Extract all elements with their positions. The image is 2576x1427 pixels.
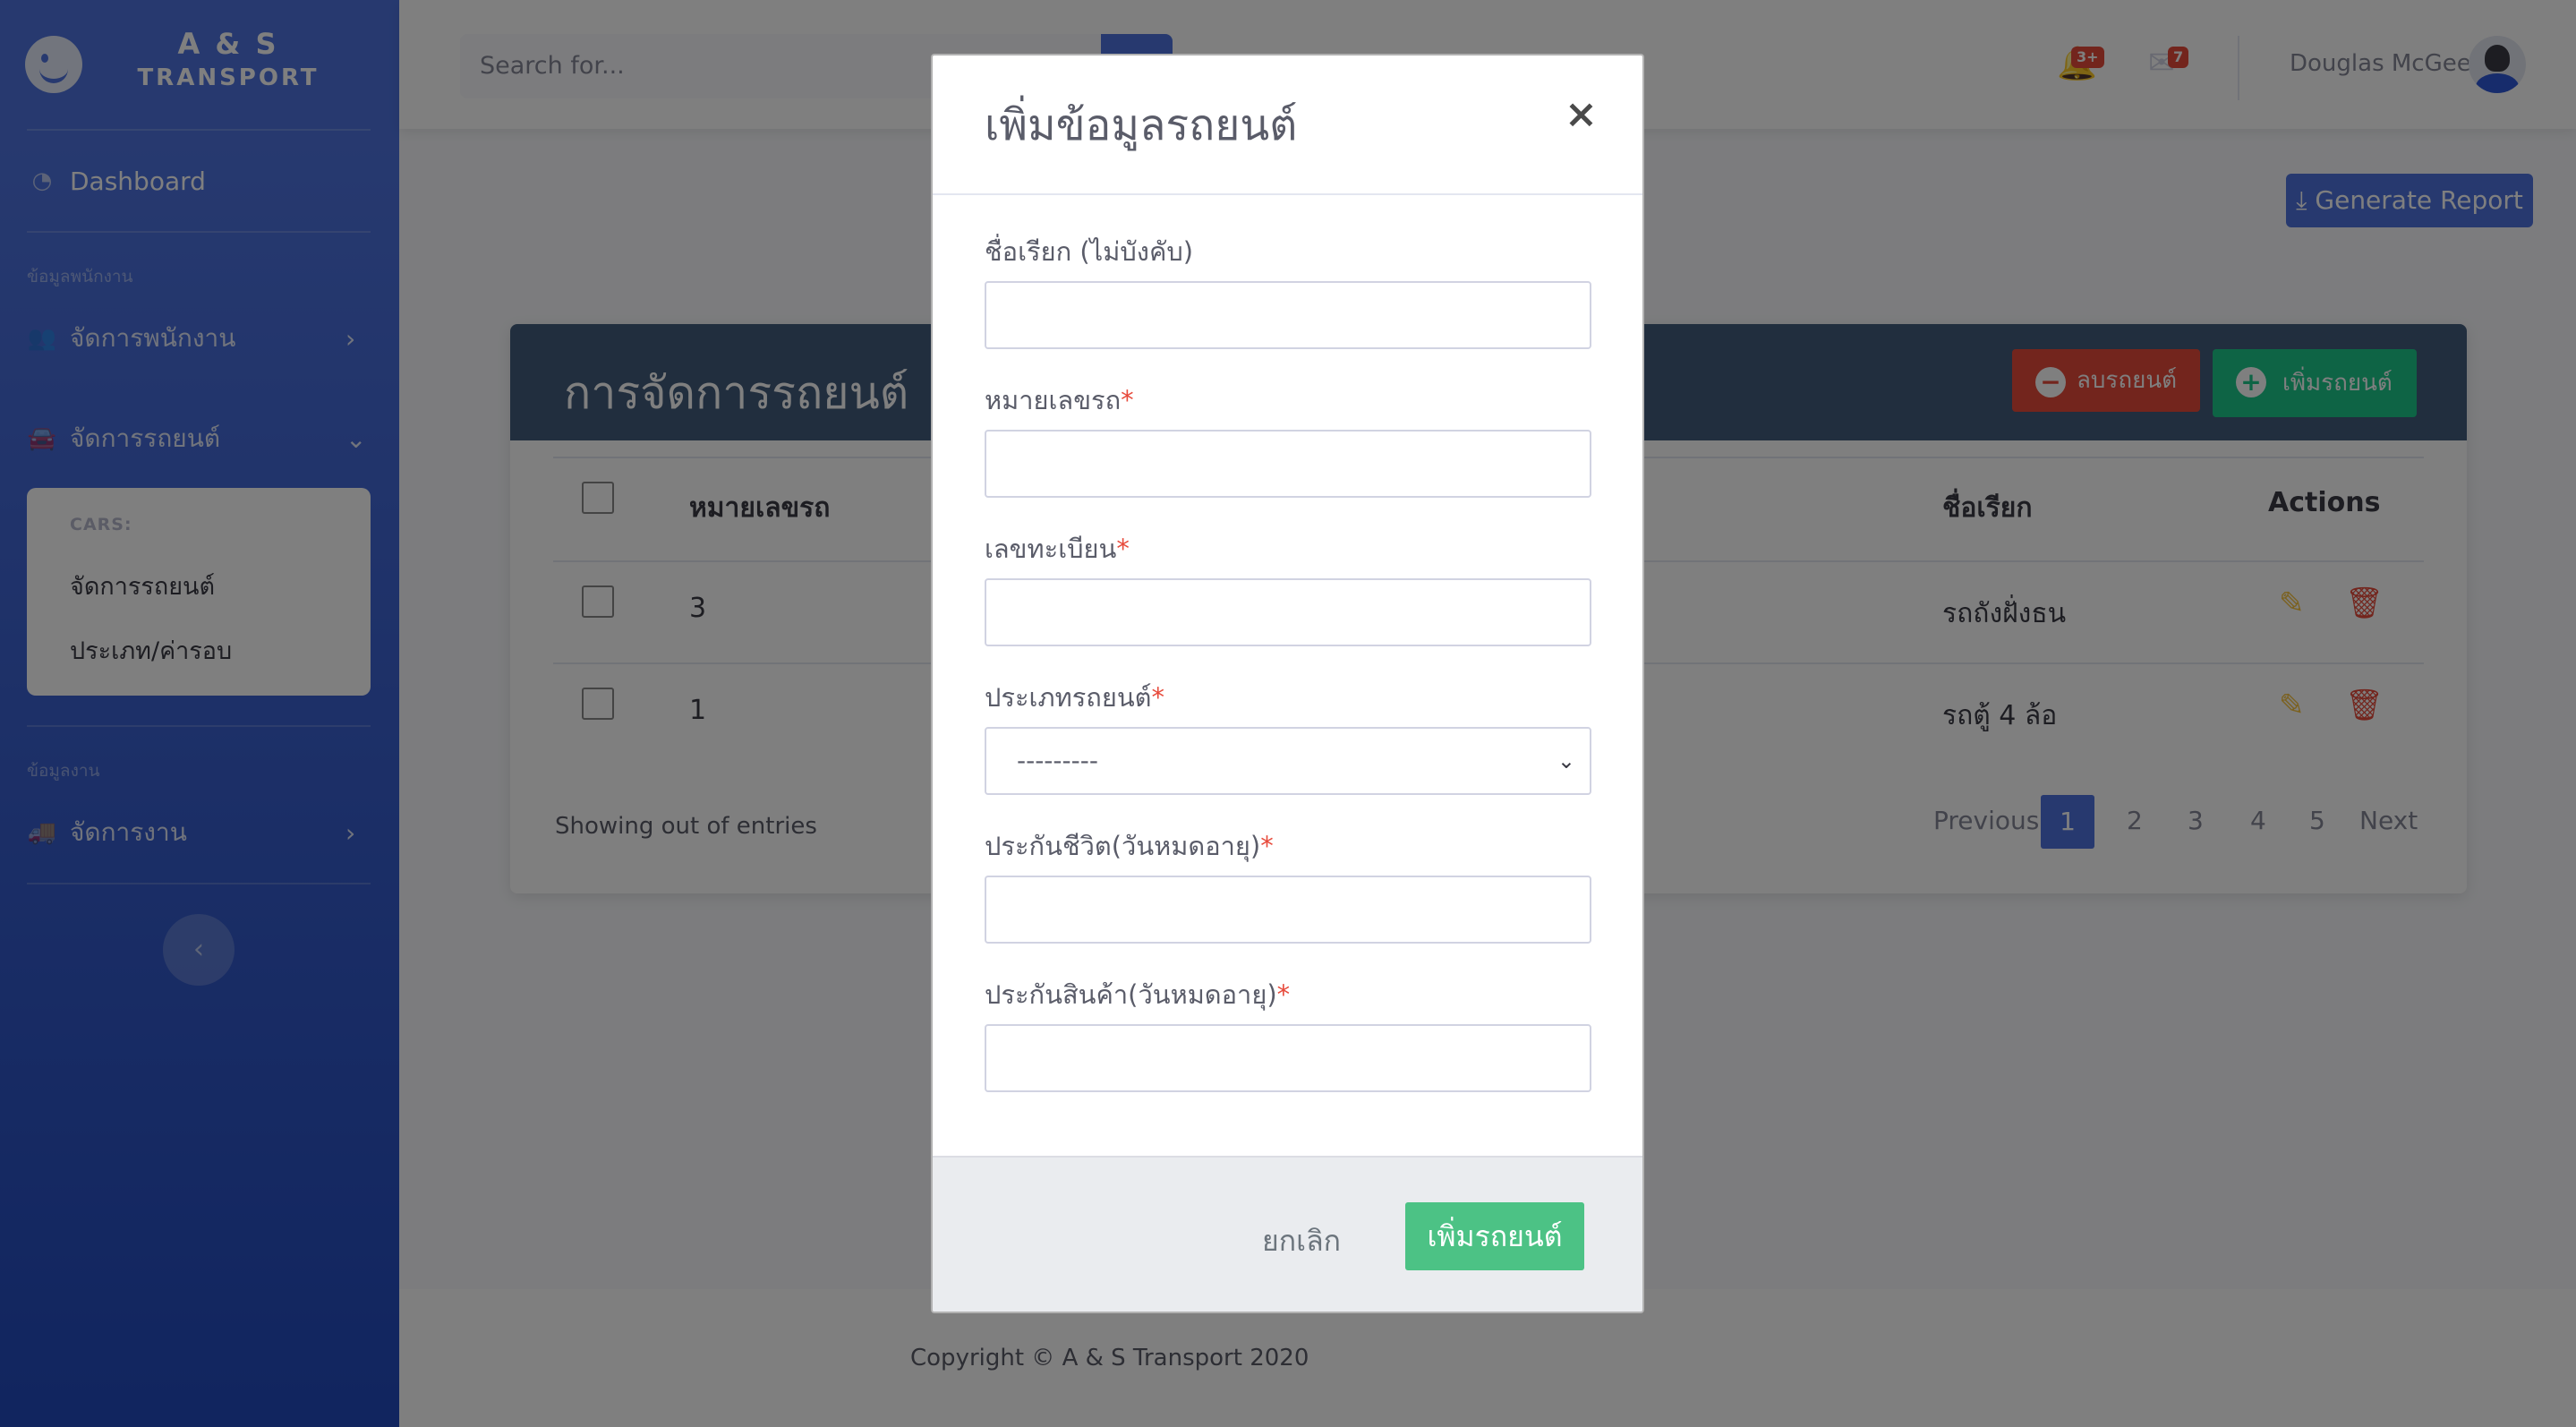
registration-field[interactable] (985, 578, 1591, 646)
car-type-select[interactable]: --------- ⌄ (985, 727, 1591, 795)
life-insurance-field[interactable] (985, 876, 1591, 944)
modal-footer: ยกเลิก เพิ่มรถยนต์ (933, 1156, 1642, 1312)
required-mark: * (1151, 682, 1165, 713)
car-number-field[interactable] (985, 430, 1591, 498)
modal-header-divider (933, 193, 1642, 195)
required-mark: * (1260, 831, 1274, 861)
car-type-label-text: ประเภทรถยนต์ (985, 682, 1152, 713)
cargo-insurance-field[interactable] (985, 1024, 1591, 1092)
cargo-insurance-label-text: ประกันสินค้า(วันหมดอายุ) (985, 979, 1277, 1010)
registration-label-text: เลขทะเบียน (985, 534, 1117, 564)
close-icon[interactable]: × (1565, 91, 1598, 137)
car-type-label: ประเภทรถยนต์* (985, 677, 1164, 718)
modal-title: เพิ่มข้อมูลรถยนต์ (985, 100, 1298, 150)
cancel-button[interactable]: ยกเลิก (1262, 1218, 1341, 1264)
car-number-label-text: หมายเลขรถ (985, 385, 1122, 415)
nickname-label: ชื่อเรียก (ไม่บังคับ) (985, 236, 1194, 267)
car-number-label: หมายเลขรถ* (985, 380, 1134, 421)
submit-add-car-button[interactable]: เพิ่มรถยนต์ (1405, 1202, 1584, 1270)
add-car-modal: เพิ่มข้อมูลรถยนต์ × ชื่อเรียก (ไม่บังคับ… (931, 54, 1644, 1313)
required-mark: * (1116, 534, 1130, 564)
nickname-field[interactable] (985, 281, 1591, 349)
car-type-selected: --------- (1017, 746, 1098, 775)
required-mark: * (1276, 979, 1291, 1010)
registration-label: เลขทะเบียน* (985, 528, 1130, 569)
cargo-insurance-label: ประกันสินค้า(วันหมดอายุ)* (985, 974, 1290, 1015)
chevron-down-icon: ⌄ (1557, 748, 1575, 773)
required-mark: * (1121, 385, 1134, 415)
life-insurance-label-text: ประกันชีวิต(วันหมดอายุ) (985, 831, 1261, 861)
life-insurance-label: ประกันชีวิต(วันหมดอายุ)* (985, 825, 1274, 867)
